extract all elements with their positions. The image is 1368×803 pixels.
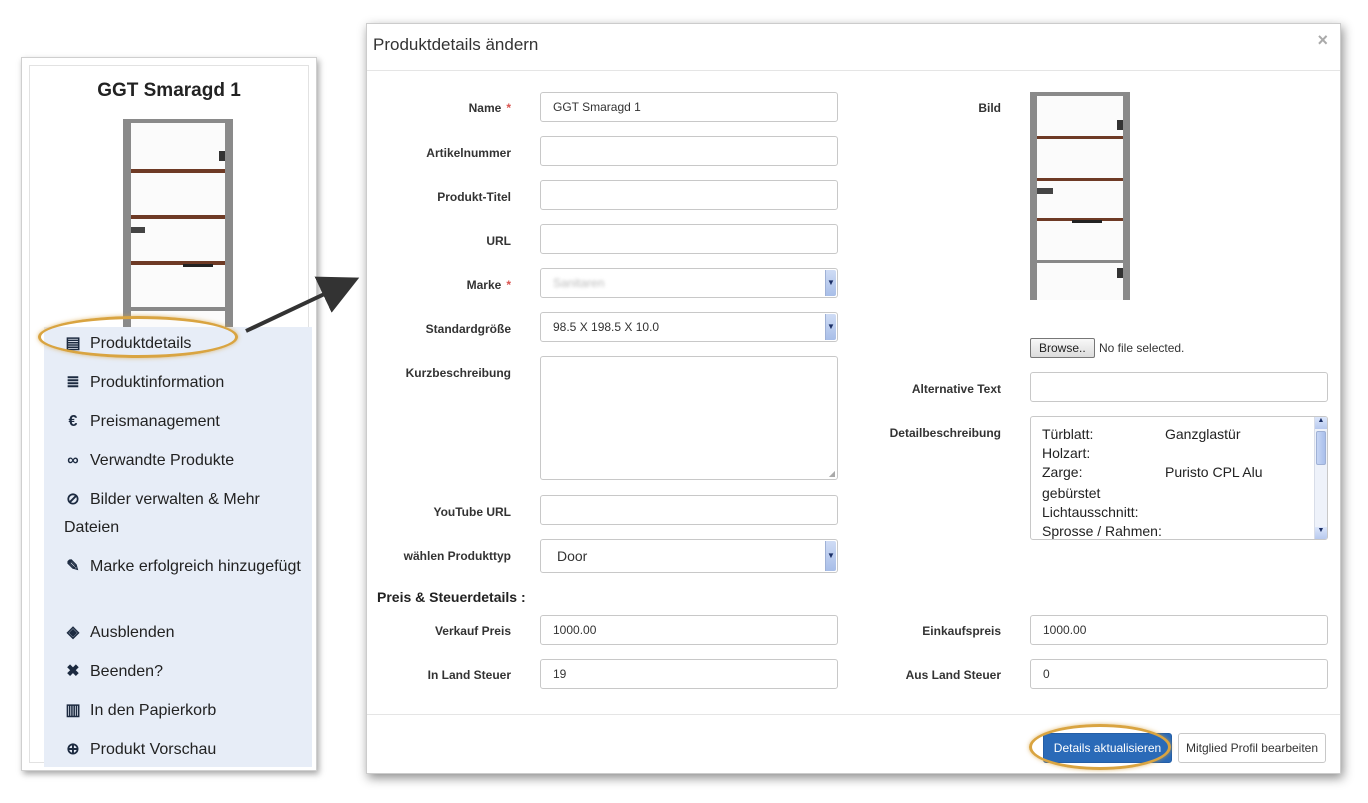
menu-item-produkt-vorschau[interactable]: ⊕ Produkt Vorschau: [64, 736, 304, 764]
produkttyp-select[interactable]: Door ▼: [540, 539, 838, 573]
menu-item-label: In den Papierkorb: [90, 702, 217, 719]
verkauf-preis-label: Verkauf Preis: [434, 624, 511, 638]
file-status: No file selected.: [1099, 341, 1185, 355]
detail-row-key: Zarge:: [1042, 464, 1083, 480]
chevron-down-icon: ▼: [825, 541, 836, 571]
edit-icon: ✎: [66, 558, 80, 575]
einkaufspreis-label: Einkaufspreis: [922, 624, 1001, 638]
edit-product-modal: Produktdetails ändern × Name * GGT Smarag…: [366, 23, 1341, 774]
marke-label: Marke *: [466, 278, 511, 292]
menu-item-label: Produkt Vorschau: [90, 741, 217, 758]
aus-land-steuer-input[interactable]: 0: [1030, 659, 1328, 689]
bild-label: Bild: [978, 101, 1001, 115]
detailbeschreibung-textarea[interactable]: Türblatt: Ganzglastür Holzart: Zarge: Pu…: [1030, 416, 1328, 540]
detail-row-key: Holzart:: [1042, 445, 1091, 461]
artikelnummer-input[interactable]: [540, 136, 838, 166]
modal-header: Produktdetails ändern ×: [367, 24, 1340, 71]
product-title: GGT Smaragd 1: [97, 80, 241, 101]
produkttyp-label: wählen Produkttyp: [403, 549, 511, 563]
marke-select[interactable]: Sanitaren ▼: [540, 268, 838, 298]
verkauf-preis-input[interactable]: 1000.00: [540, 615, 838, 645]
scroll-up-icon[interactable]: ▲: [1315, 417, 1327, 429]
detail-row-key: Sprosse / Rahmen:: [1042, 523, 1162, 539]
artikelnummer-label: Artikelnummer: [426, 146, 511, 160]
product-card: GGT Smaragd 1 ▤ Produktdetails ≣ Produktin…: [21, 57, 317, 771]
einkaufspreis-input[interactable]: 1000.00: [1030, 615, 1328, 645]
pointer-arrow: [245, 276, 360, 333]
product-preview-image: [1030, 92, 1130, 300]
menu-item-label: Produktinformation: [90, 374, 225, 391]
marke-select-value: Sanitaren: [553, 276, 605, 290]
name-input[interactable]: GGT Smaragd 1: [540, 92, 838, 122]
name-label: Name *: [468, 101, 511, 115]
menu-item-bilder-verwalten[interactable]: ⊘ Bilder verwalten & Mehr Dateien: [64, 486, 304, 542]
menu-item-label: Beenden?: [90, 663, 163, 680]
menu-item-produktinformation[interactable]: ≣ Produktinformation: [64, 369, 304, 397]
url-input[interactable]: [540, 224, 838, 254]
edit-member-profile-button[interactable]: Mitglied Profil bearbeiten: [1178, 733, 1326, 763]
browse-button[interactable]: Browse..: [1030, 338, 1095, 358]
chevron-down-icon: ▼: [825, 270, 836, 296]
kurzbeschreibung-textarea[interactable]: ◢: [540, 356, 838, 480]
youtube-url-input[interactable]: [540, 495, 838, 525]
menu-item-label: Preismanagement: [90, 413, 220, 430]
standardgroesse-label: Standardgröße: [425, 322, 511, 336]
paperclip-icon: ⊘: [66, 491, 80, 508]
in-land-steuer-label: In Land Steuer: [427, 668, 511, 682]
aus-land-steuer-label: Aus Land Steuer: [905, 668, 1001, 682]
menu-item-verwandte-produkte[interactable]: ∞ Verwandte Produkte: [64, 447, 304, 475]
link-icon: ∞: [67, 452, 79, 469]
in-land-steuer-input[interactable]: 19: [540, 659, 838, 689]
price-section-title: Preis & Steuerdetails :: [377, 589, 526, 605]
product-image: [123, 119, 233, 328]
detail-row-key: Lichtausschnitt:: [1042, 504, 1139, 520]
produkt-titel-input[interactable]: [540, 180, 838, 210]
menu-item-label: Ausblenden: [90, 624, 175, 641]
standardgroesse-select[interactable]: 98.5 X 198.5 X 10.0 ▼: [540, 312, 838, 342]
alternative-text-label: Alternative Text: [911, 382, 1001, 396]
produkttyp-select-value: Door: [557, 548, 588, 564]
product-menu: ▤ Produktdetails ≣ Produktinformation € Pre…: [44, 327, 312, 767]
menu-item-label: Produktdetails: [90, 335, 192, 352]
url-label: URL: [486, 234, 511, 248]
standardgroesse-select-value: 98.5 X 198.5 X 10.0: [553, 320, 660, 334]
detailbeschreibung-label: Detailbeschreibung: [889, 426, 1001, 440]
trash-icon: ▥: [65, 702, 81, 719]
euro-icon: €: [68, 413, 78, 430]
update-details-button[interactable]: Details aktualisieren: [1043, 733, 1172, 763]
zoom-icon: ⊕: [66, 741, 80, 758]
detail-row-key: Türblatt:: [1042, 426, 1094, 442]
scroll-down-icon[interactable]: ▼: [1315, 527, 1327, 539]
modal-title: Produktdetails ändern: [373, 35, 539, 54]
kurzbeschreibung-label: Kurzbeschreibung: [405, 366, 511, 380]
youtube-url-label: YouTube URL: [433, 505, 511, 519]
resize-grip-icon[interactable]: ◢: [829, 469, 835, 478]
menu-item-label: Verwandte Produkte: [90, 452, 235, 469]
menu-item-label: Marke erfolgreich hinzugefügt: [90, 558, 301, 575]
close-icon[interactable]: ×: [1317, 30, 1328, 51]
chevron-down-icon: ▼: [825, 314, 836, 340]
detail-row-value: Ganzglastür: [1165, 426, 1241, 442]
detail-row-value: Puristo CPL Alu: [1165, 464, 1263, 480]
produkt-titel-label: Produkt-Titel: [437, 190, 511, 204]
alternative-text-input[interactable]: [1030, 372, 1328, 402]
scroll-thumb[interactable]: [1316, 431, 1326, 465]
detail-row-key: gebürstet: [1042, 485, 1101, 501]
menu-item-label: Bilder verwalten & Mehr Dateien: [64, 491, 260, 536]
detail-scrollbar[interactable]: ▲ ▼: [1314, 417, 1327, 539]
menu-item-ausblenden[interactable]: ◈ Ausblenden: [64, 619, 304, 647]
bars-icon: ≣: [66, 374, 80, 391]
list-icon: ▤: [65, 335, 81, 352]
product-card-inner: GGT Smaragd 1 ▤ Produktdetails ≣ Produktin…: [29, 65, 312, 767]
menu-item-papierkorb[interactable]: ▥ In den Papierkorb: [64, 697, 304, 725]
eye-slash-icon: ◈: [66, 624, 80, 641]
close-icon: ✖: [66, 663, 80, 680]
menu-item-marke-hinzugefuegt[interactable]: ✎ Marke erfolgreich hinzugefügt: [64, 553, 304, 581]
menu-item-beenden[interactable]: ✖ Beenden?: [64, 658, 304, 686]
menu-item-preismanagement[interactable]: € Preismanagement: [64, 408, 304, 436]
